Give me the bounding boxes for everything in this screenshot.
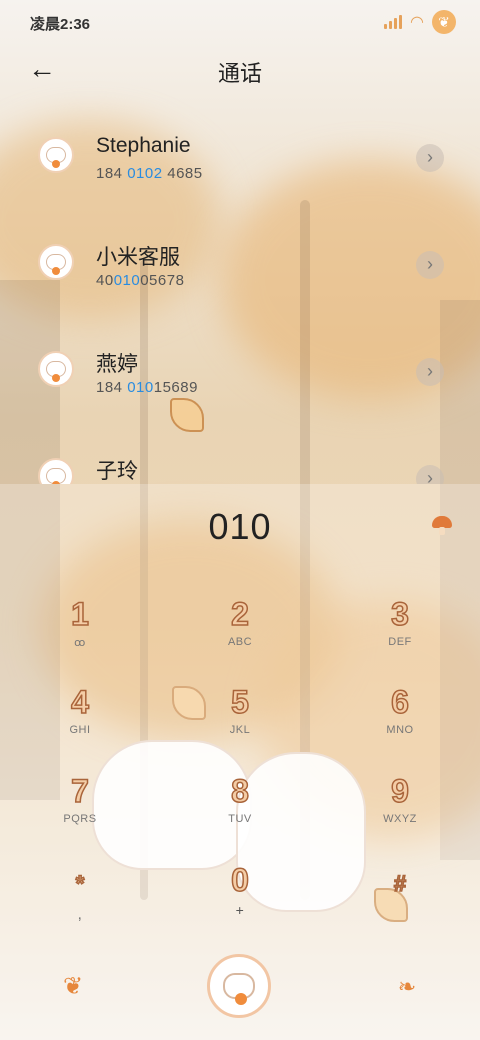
contact-name: 燕婷 [96, 353, 138, 376]
contact-row[interactable]: 燕婷 184 01015689 › [0, 326, 480, 433]
chevron-right-icon: › [427, 361, 433, 381]
wifi-icon: ◠ [410, 14, 424, 31]
mushroom-icon[interactable] [432, 516, 452, 536]
dial-key-7[interactable]: 7 PQRS [25, 772, 135, 853]
signal-icon [384, 15, 403, 29]
contact-row[interactable]: Stephanie 184 0102 4685 › [0, 112, 480, 219]
chevron-right-icon: › [427, 147, 433, 167]
contact-row[interactable]: 小米客服 4001005678 › [0, 219, 480, 326]
dial-key-hash[interactable]: # [345, 866, 455, 946]
contact-detail-button[interactable]: › [416, 144, 444, 172]
number-match: 0102 [127, 165, 163, 182]
dial-key-6[interactable]: 6 MNO [345, 683, 455, 764]
number-match: 010 [127, 379, 154, 396]
avatar [38, 244, 74, 280]
avatar [38, 458, 74, 484]
status-icons: ◠ ❦ [384, 10, 456, 34]
call-button[interactable] [207, 954, 271, 1018]
dial-key-star[interactable]: * , [25, 866, 135, 946]
voicemail-icon: ꝏ [74, 637, 86, 649]
avatar [38, 351, 74, 387]
dial-key-1[interactable]: 1 ꝏ [25, 595, 135, 676]
leaf-icon[interactable]: ❧ [394, 974, 420, 1000]
dial-key-5[interactable]: 5 JKL [185, 683, 295, 764]
dial-input-display[interactable]: 010 [0, 506, 480, 548]
dial-key-0[interactable]: 0 + [185, 861, 295, 942]
contact-number: 4001005678 [96, 272, 185, 289]
chevron-right-icon: › [427, 254, 433, 274]
contact-name: 子玲 [96, 460, 138, 483]
contact-row[interactable]: 子玲 › [0, 433, 480, 484]
contact-detail-button[interactable]: › [416, 358, 444, 386]
chevron-right-icon: › [427, 468, 433, 484]
contact-number: 184 01015689 [96, 379, 198, 396]
maple-leaf-icon[interactable]: ❦ [60, 974, 86, 1000]
contact-suggestion-list: Stephanie 184 0102 4685 › 小米客服 400100567… [0, 112, 480, 484]
status-bar: 凌晨2:36 ◠ ❦ [0, 0, 480, 44]
bottom-action-bar: ❦ ❧ [0, 950, 480, 1030]
battery-leaf-icon: ❦ [432, 10, 456, 34]
contact-name: 小米客服 [96, 246, 180, 269]
call-button-icon [223, 973, 255, 1005]
status-time: 凌晨2:36 [30, 16, 91, 33]
page-title: 通话 [217, 61, 262, 86]
dial-key-8[interactable]: 8 TUV [185, 772, 295, 853]
dial-key-3[interactable]: 3 DEF [345, 595, 455, 676]
contact-number: 184 0102 4685 [96, 165, 203, 182]
contact-name: Stephanie [96, 134, 191, 157]
avatar [38, 137, 74, 173]
number-match: 010 [113, 272, 141, 289]
contact-detail-button[interactable]: › [416, 465, 444, 484]
contact-detail-button[interactable]: › [416, 251, 444, 279]
header: ← 通话 [0, 50, 480, 90]
dial-key-2[interactable]: 2 ABC [185, 595, 295, 676]
dial-key-9[interactable]: 9 WXYZ [345, 772, 455, 853]
dial-key-4[interactable]: 4 GHI [25, 683, 135, 764]
